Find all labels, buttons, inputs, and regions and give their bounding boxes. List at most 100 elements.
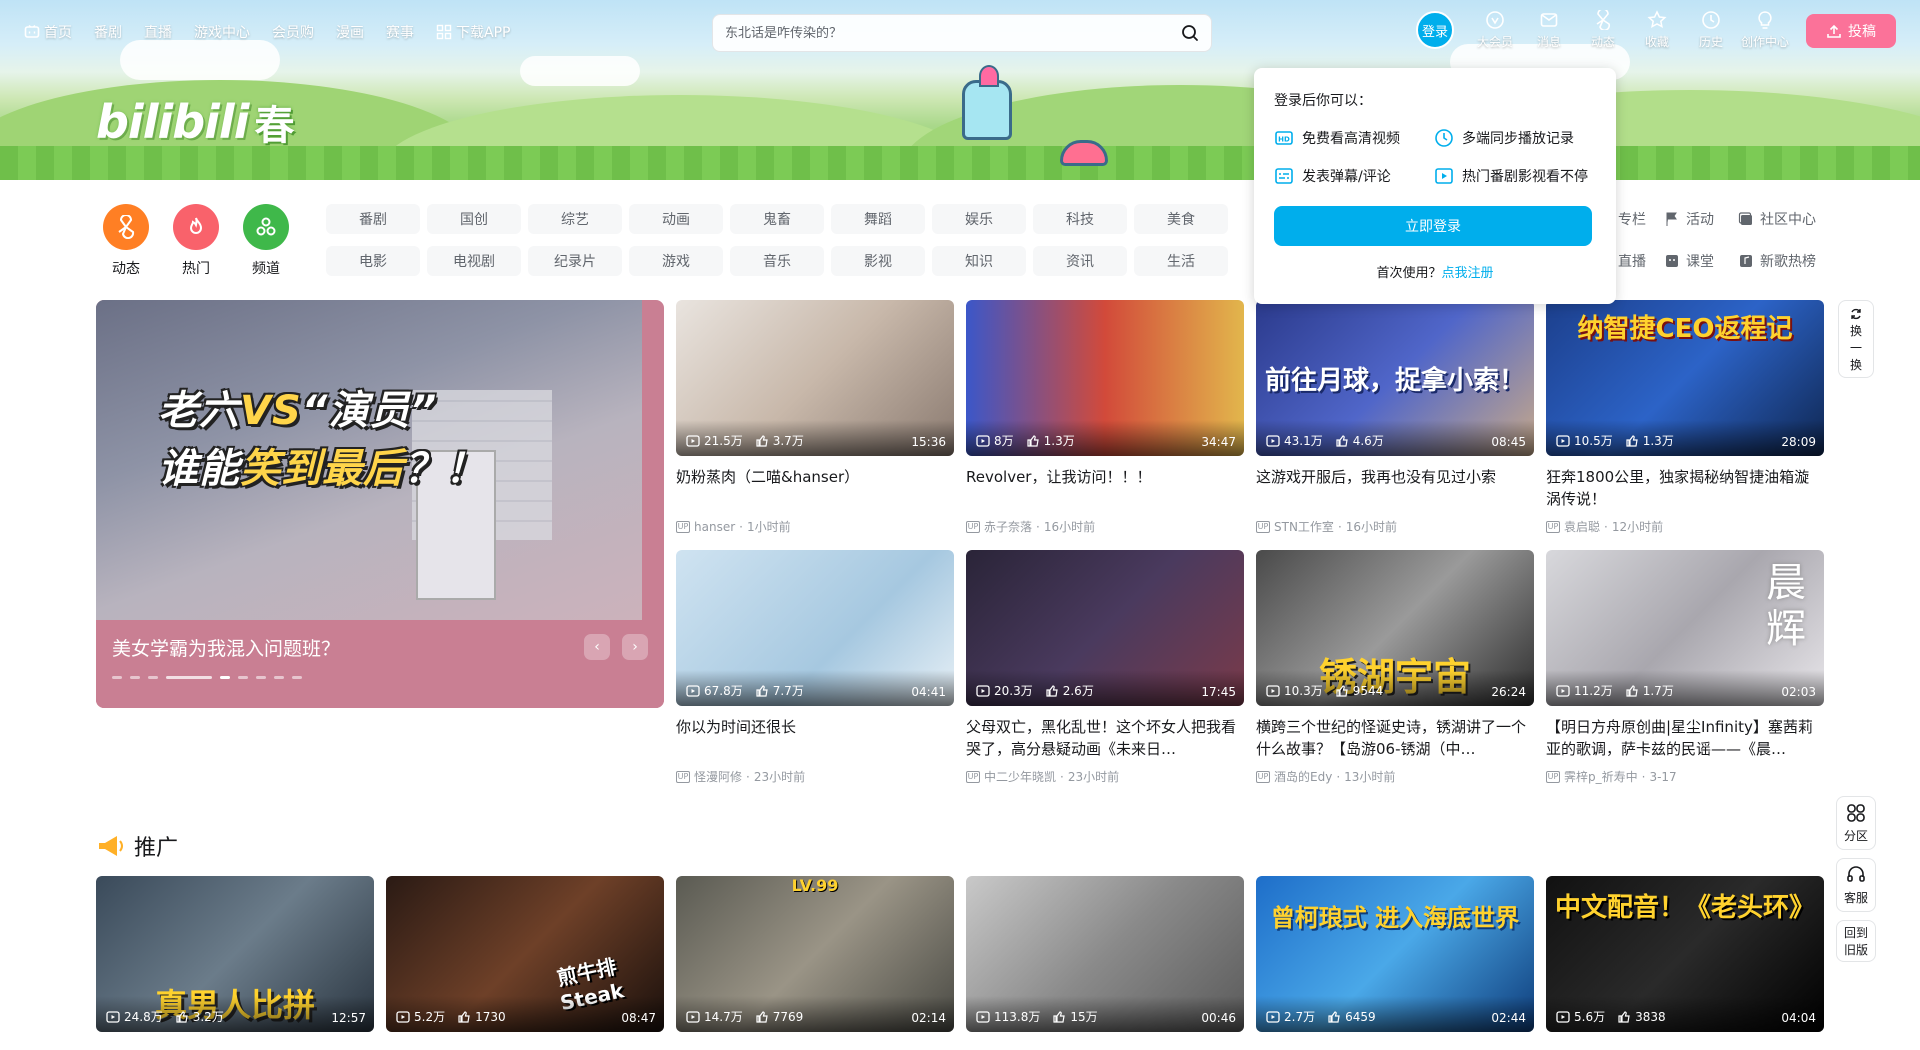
channel-channel[interactable]: 频道 [236, 204, 296, 278]
nav-download-app-link[interactable]: 下载APP [436, 22, 510, 42]
channel-tag[interactable]: 电影 [326, 246, 420, 276]
video-meta[interactable]: UP 袁启聪 · 12小时前 [1546, 518, 1824, 535]
video-card[interactable]: 曾柯琅式 进入海底世界 2.7万 6459 02:44 [1256, 876, 1534, 1032]
customer-service-button[interactable]: 客服 [1836, 858, 1876, 912]
channel-tag[interactable]: 游戏 [629, 246, 723, 276]
old-version-button[interactable]: 回到 旧版 [1836, 920, 1876, 962]
video-title[interactable]: 狂奔1800公里，独家揭秘纳智捷油箱漩涡传说！ [1546, 466, 1824, 510]
carousel-dot[interactable] [148, 676, 158, 679]
carousel-dot[interactable] [256, 676, 266, 679]
carousel-caption[interactable]: 美女学霸为我混入问题班？ [112, 634, 340, 661]
video-thumbnail[interactable]: 中文配音！《老头环》 5.6万 3838 04:04 [1546, 876, 1824, 1032]
video-card[interactable]: 前往月球，捉拿小索！ 43.1万 4.6万 08:45 这游戏开服后，我再也没有… [1256, 300, 1534, 535]
carousel-dot[interactable] [112, 676, 122, 679]
video-card[interactable]: 真男人比拼 24.8万 3.2万 12:57 [96, 876, 374, 1032]
channel-dynamic[interactable]: 动态 [96, 204, 156, 278]
video-card[interactable]: 113.8万 15万 00:46 [966, 876, 1244, 1032]
channel-tag[interactable]: 纪录片 [528, 246, 622, 276]
popup-login-button[interactable]: 立即登录 [1274, 206, 1592, 246]
carousel-dot[interactable] [274, 676, 284, 679]
video-card[interactable]: 煎牛排 Steak 5.2万 1730 08:47 [386, 876, 664, 1032]
video-title[interactable]: 父母双亡，黑化乱世！这个坏女人把我看哭了，高分悬疑动画《未来日… [966, 716, 1244, 760]
login-avatar-button[interactable]: 登录 [1416, 11, 1454, 49]
search-input[interactable] [725, 25, 1181, 41]
channel-tag[interactable]: 动画 [629, 204, 723, 234]
nav-game-link[interactable]: 游戏中心 [194, 22, 250, 42]
video-thumbnail[interactable]: 真男人比拼 24.8万 3.2万 12:57 [96, 876, 374, 1032]
video-thumbnail[interactable]: 纳智捷CEO返程记 10.5万 1.3万 28:09 [1546, 300, 1824, 456]
channel-tag[interactable]: 鬼畜 [730, 204, 824, 234]
bilibili-logo[interactable]: bilibili 春 [96, 92, 294, 152]
nav-dynamic-item[interactable]: 动态 [1576, 10, 1630, 50]
nav-message-item[interactable]: 消息 [1522, 10, 1576, 50]
video-thumbnail[interactable]: 煎牛排 Steak 5.2万 1730 08:47 [386, 876, 664, 1032]
video-title[interactable]: 奶粉蒸肉（二喵&hanser） [676, 466, 954, 510]
channel-tag[interactable]: 舞蹈 [831, 204, 925, 234]
video-thumbnail[interactable]: LV.99 14.7万 7769 02:14 [676, 876, 954, 1032]
video-thumbnail[interactable]: 67.8万 7.7万 04:41 [676, 550, 954, 706]
carousel-dot[interactable] [292, 676, 302, 679]
video-card[interactable]: 67.8万 7.7万 04:41 你以为时间还很长 UP 怪漫阿修 · 23小时前 [676, 550, 954, 785]
nav-bangumi-link[interactable]: 番剧 [94, 22, 122, 42]
nav-live-link[interactable]: 直播 [144, 22, 172, 42]
channel-tag[interactable]: 音乐 [730, 246, 824, 276]
zone-button[interactable]: 分区 [1836, 796, 1876, 850]
nav-creator-item[interactable]: 创作中心 [1738, 10, 1792, 50]
video-card[interactable]: 中文配音！《老头环》 5.6万 3838 04:04 [1546, 876, 1824, 1032]
video-title[interactable]: Revolver，让我访问！！！ [966, 466, 1244, 510]
video-thumbnail[interactable]: 锈湖宇宙 10.3万 9544 26:24 [1256, 550, 1534, 706]
video-meta[interactable]: UP 怪漫阿修 · 23小时前 [676, 768, 954, 785]
carousel-dot[interactable] [130, 676, 140, 679]
nav-favorite-item[interactable]: 收藏 [1630, 10, 1684, 50]
video-meta[interactable]: UP 酒岛的Edy · 13小时前 [1256, 768, 1534, 785]
carousel-dot-active[interactable] [220, 676, 230, 679]
video-thumbnail[interactable]: 20.3万 2.6万 17:45 [966, 550, 1244, 706]
video-card[interactable]: 20.3万 2.6万 17:45 父母双亡，黑化乱世！这个坏女人把我看哭了，高分… [966, 550, 1244, 785]
channel-class-link[interactable]: 课堂 [1664, 246, 1734, 276]
channel-tag[interactable]: 生活 [1134, 246, 1228, 276]
video-card[interactable]: 纳智捷CEO返程记 10.5万 1.3万 28:09 狂奔1800公里，独家揭秘… [1546, 300, 1824, 535]
channel-tag[interactable]: 美食 [1134, 204, 1228, 234]
video-thumbnail[interactable]: 8万 1.3万 34:47 [966, 300, 1244, 456]
channel-tag[interactable]: 知识 [932, 246, 1026, 276]
channel-tag[interactable]: 综艺 [528, 204, 622, 234]
video-meta[interactable]: UP 赤子奈落 · 16小时前 [966, 518, 1244, 535]
video-meta[interactable]: UP 霁梓p_祈寿中 · 3-17 [1546, 768, 1824, 785]
video-card[interactable]: 锈湖宇宙 10.3万 9544 26:24 横跨三个世纪的怪诞史诗，锈湖讲了一个… [1256, 550, 1534, 785]
channel-tag[interactable]: 国创 [427, 204, 521, 234]
channel-activity-link[interactable]: 活动 [1664, 204, 1734, 234]
video-title[interactable]: 你以为时间还很长 [676, 716, 954, 760]
nav-vip-item[interactable]: 大会员 [1468, 10, 1522, 50]
video-thumbnail[interactable]: 21.5万 3.7万 15:36 [676, 300, 954, 456]
nav-shop-link[interactable]: 会员购 [272, 22, 314, 42]
channel-music-link[interactable]: 新歌热榜 [1738, 246, 1848, 276]
video-card[interactable]: 晨辉 11.2万 1.7万 02:03 【明日方舟原创曲|星尘Infinity】… [1546, 550, 1824, 785]
channel-hot[interactable]: 热门 [166, 204, 226, 278]
video-meta[interactable]: UP 中二少年晓凯 · 23小时前 [966, 768, 1244, 785]
channel-tag[interactable]: 番剧 [326, 204, 420, 234]
channel-tag[interactable]: 影视 [831, 246, 925, 276]
nav-manga-link[interactable]: 漫画 [336, 22, 364, 42]
nav-match-link[interactable]: 赛事 [386, 22, 414, 42]
nav-history-item[interactable]: 历史 [1684, 10, 1738, 50]
video-title[interactable]: 这游戏开服后，我再也没有见过小索 [1256, 466, 1534, 510]
refresh-recommend-button[interactable]: 换 一 换 [1838, 300, 1874, 378]
video-title[interactable]: 横跨三个世纪的怪诞史诗，锈湖讲了一个什么故事？【岛游06-锈湖（中… [1256, 716, 1534, 760]
video-thumbnail[interactable]: 晨辉 11.2万 1.7万 02:03 [1546, 550, 1824, 706]
video-card[interactable]: 21.5万 3.7万 15:36 奶粉蒸肉（二喵&hanser） UP hanse… [676, 300, 954, 535]
video-title[interactable]: 【明日方舟原创曲|星尘Infinity】塞茜莉亚的歌调，萨卡兹的民谣——《晨… [1546, 716, 1824, 760]
video-thumbnail[interactable]: 113.8万 15万 00:46 [966, 876, 1244, 1032]
channel-tag[interactable]: 资讯 [1033, 246, 1127, 276]
carousel-prev-button[interactable]: ‹ [584, 634, 610, 660]
channel-tag[interactable]: 娱乐 [932, 204, 1026, 234]
upload-button[interactable]: 投稿 [1806, 14, 1896, 48]
carousel-dot[interactable] [166, 676, 212, 679]
channel-tag[interactable]: 科技 [1033, 204, 1127, 234]
featured-carousel[interactable]: 老六VS“演员” 谁能笑到最后？！ 美女学霸为我混入问题班？ ‹ › [96, 300, 664, 708]
video-meta[interactable]: UP STN工作室 · 16小时前 [1256, 518, 1534, 535]
video-thumbnail[interactable]: 前往月球，捉拿小索！ 43.1万 4.6万 08:45 [1256, 300, 1534, 456]
nav-home-link[interactable]: 首页 [24, 22, 72, 42]
register-link[interactable]: 点我注册 [1442, 266, 1494, 281]
video-card[interactable]: LV.99 14.7万 7769 02:14 [676, 876, 954, 1032]
search-icon[interactable] [1181, 24, 1199, 42]
